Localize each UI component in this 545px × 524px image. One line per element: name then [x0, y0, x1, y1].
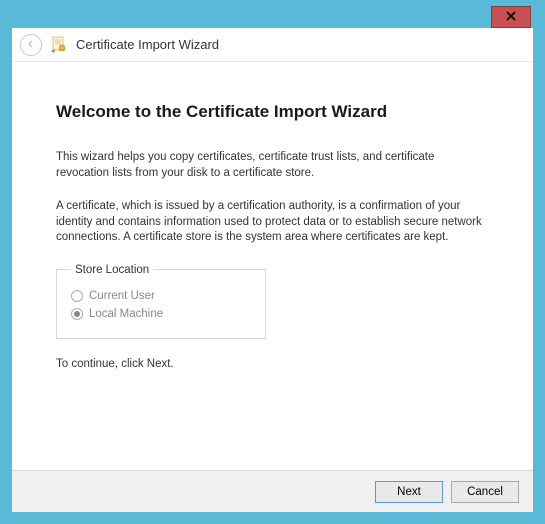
cancel-button-label: Cancel	[467, 486, 503, 498]
radio-icon	[71, 308, 83, 320]
store-location-group: Store Location Current User Local Machin…	[56, 264, 266, 339]
next-button-label: Next	[397, 486, 421, 498]
intro-paragraph-1: This wizard helps you copy certificates,…	[56, 150, 489, 181]
radio-label: Local Machine	[89, 308, 163, 320]
certificate-icon	[50, 36, 68, 54]
titlebar: Certificate Import Wizard	[12, 28, 533, 62]
radio-current-user[interactable]: Current User	[71, 290, 251, 302]
window-title: Certificate Import Wizard	[76, 37, 219, 52]
back-arrow-icon	[26, 36, 36, 54]
intro-paragraph-2: A certificate, which is issued by a cert…	[56, 199, 489, 246]
window-frame: Certificate Import Wizard Welcome to the…	[0, 0, 545, 524]
radio-local-machine[interactable]: Local Machine	[71, 308, 251, 320]
next-button[interactable]: Next	[375, 481, 443, 503]
cancel-button[interactable]: Cancel	[451, 481, 519, 503]
close-icon	[506, 8, 516, 26]
wizard-footer: Next Cancel	[12, 470, 533, 512]
radio-icon	[71, 290, 83, 302]
continue-instruction: To continue, click Next.	[56, 357, 489, 373]
wizard-content: Welcome to the Certificate Import Wizard…	[12, 62, 533, 470]
radio-label: Current User	[89, 290, 155, 302]
store-location-legend: Store Location	[71, 264, 153, 276]
back-button[interactable]	[20, 34, 42, 56]
close-button[interactable]	[491, 6, 531, 28]
page-heading: Welcome to the Certificate Import Wizard	[56, 102, 489, 122]
